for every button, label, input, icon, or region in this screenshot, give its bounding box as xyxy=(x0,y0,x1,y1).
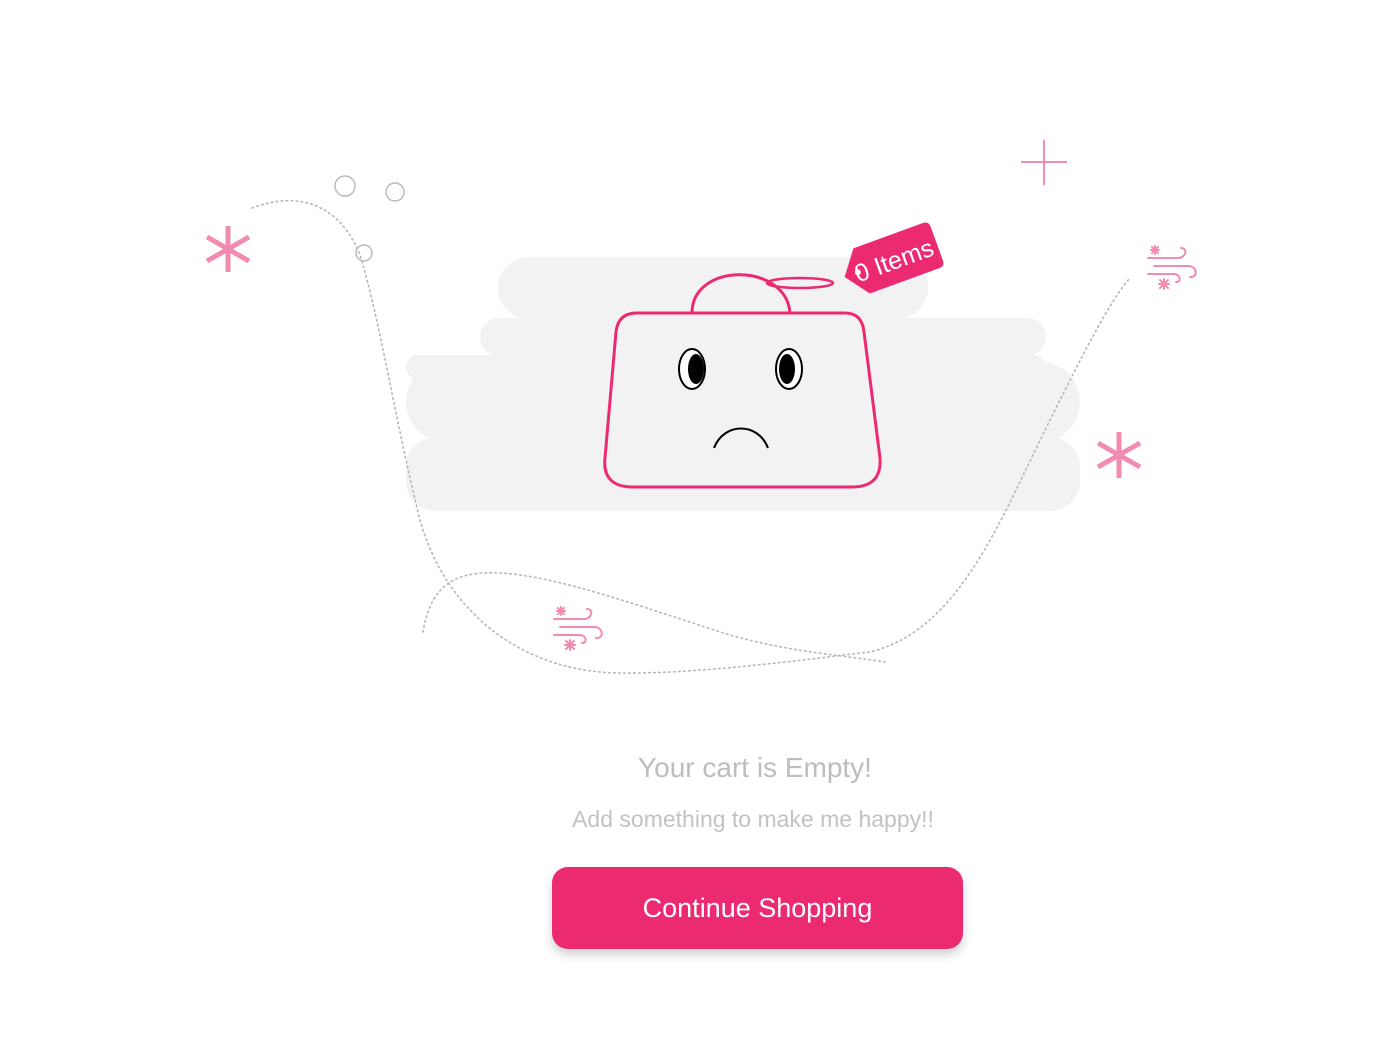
empty-cart-illustration: 0 Items xyxy=(205,140,1197,674)
empty-cart-subtitle: Add something to make me happy!! xyxy=(572,806,934,832)
asterisk-icon xyxy=(205,226,251,272)
empty-cart-title: Your cart is Empty! xyxy=(638,752,872,783)
continue-shopping-label: Continue Shopping xyxy=(642,892,873,923)
asterisk-icon xyxy=(1096,432,1142,478)
continue-shopping-button[interactable]: Continue Shopping xyxy=(552,867,963,949)
wind-snow-icon xyxy=(553,606,603,651)
bubble-icon xyxy=(334,175,405,262)
wind-snow-icon xyxy=(1147,245,1197,290)
plus-icon xyxy=(1021,140,1067,185)
